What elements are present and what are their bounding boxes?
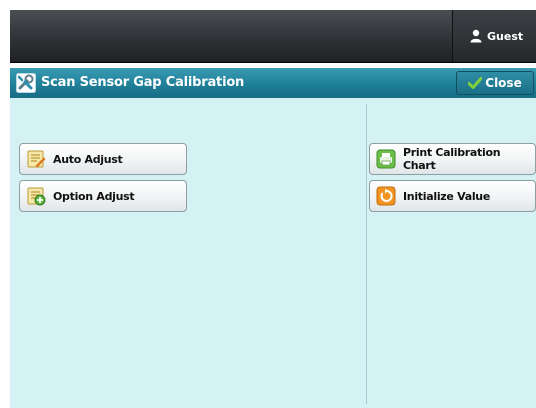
option-adjust-icon [27, 187, 46, 206]
option-adjust-button[interactable]: Option Adjust [19, 180, 187, 212]
close-label: Close [485, 76, 522, 90]
top-bar: Guest [10, 10, 536, 63]
auto-adjust-button[interactable]: Auto Adjust [19, 143, 187, 175]
user-icon [470, 29, 482, 43]
option-adjust-label: Option Adjust [53, 189, 135, 203]
initialize-value-button[interactable]: Initialize Value [369, 180, 536, 212]
auto-adjust-icon [27, 150, 46, 168]
print-calibration-chart-label: Print Calibration Chart [403, 146, 501, 172]
reset-icon [376, 186, 396, 206]
page-title: Scan Sensor Gap Calibration [41, 75, 245, 90]
print-calibration-chart-button[interactable]: Print Calibration Chart [369, 143, 536, 175]
printer-icon [376, 149, 396, 169]
auto-adjust-label: Auto Adjust [53, 152, 123, 166]
checkmark-icon [468, 77, 483, 89]
column-divider [366, 104, 367, 404]
main-panel: Auto Adjust Option Adjust Print Calibrat… [10, 98, 536, 408]
initialize-value-label: Initialize Value [403, 189, 490, 203]
close-button[interactable]: Close [456, 71, 534, 95]
title-bar: Scan Sensor Gap Calibration Close [10, 68, 536, 98]
user-label: Guest [487, 29, 524, 43]
tools-icon [16, 73, 36, 93]
guest-user-button[interactable]: Guest [452, 10, 536, 62]
